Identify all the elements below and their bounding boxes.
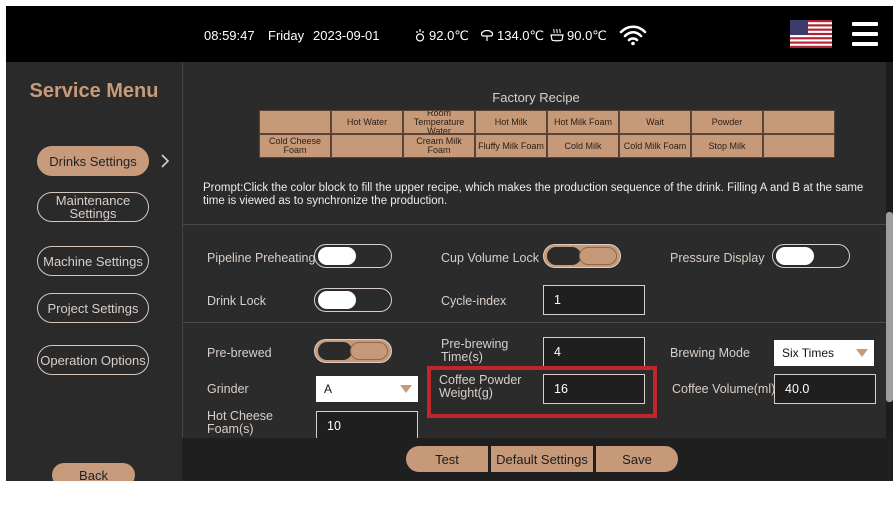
recipe-cell-stop-milk[interactable]: Stop Milk [691, 134, 763, 158]
chevron-right-icon [161, 154, 170, 168]
recipe-cell-cold-cheese-foam[interactable]: Cold Cheese Foam [259, 134, 331, 158]
drinks-settings-panel: Factory Recipe Hot Water Room Temperatur… [182, 62, 889, 441]
dropdown-arrow-icon [400, 385, 412, 393]
pre-brewed-label: Pre-brewed [207, 346, 272, 360]
steam-icon [480, 30, 494, 41]
default-settings-button[interactable]: Default Settings [491, 446, 593, 472]
recipe-cell-cold-milk[interactable]: Cold Milk [547, 134, 619, 158]
grinder-select[interactable]: A [316, 376, 418, 402]
cup-temp-value: 90.0℃ [567, 28, 607, 43]
bottom-bar: Test Default Settings Save [182, 438, 893, 481]
day-of-week: Friday [268, 28, 305, 43]
status-bar: 08:59:47 Friday 2023-09-01 92.0℃ 134.0℃ … [6, 6, 893, 62]
recipe-cell-wait[interactable]: Wait [619, 110, 691, 134]
date: 2023-09-01 [313, 28, 380, 43]
brewing-mode-label: Brewing Mode [670, 346, 750, 360]
coffee-volume-input[interactable]: 40.0 [774, 374, 876, 404]
boiler-temp: 92.0℃ [414, 28, 469, 44]
recipe-slot[interactable] [331, 134, 403, 158]
test-button[interactable]: Test [406, 446, 488, 472]
boiler-temp-value: 92.0℃ [429, 28, 469, 43]
recipe-slot[interactable] [763, 134, 835, 158]
highlight-box [427, 366, 657, 418]
coffee-volume-label: Coffee Volume(ml) [672, 382, 776, 396]
sidebar-item-drinks-settings[interactable]: Drinks Settings [37, 146, 149, 176]
pressure-display-toggle[interactable] [772, 244, 850, 268]
menu-icon[interactable] [852, 22, 878, 46]
recipe-cell-hot-milk-foam[interactable]: Hot Milk Foam [547, 110, 619, 134]
cycle-index-label: Cycle-index [441, 294, 507, 308]
sidebar: Service Menu Drinks Settings Maintenance… [6, 62, 182, 481]
sidebar-item-machine-settings[interactable]: Machine Settings [37, 246, 149, 276]
recipe-slot[interactable] [259, 110, 331, 134]
pre-brewing-time-input[interactable]: 4 [543, 337, 645, 367]
recipe-cell-powder[interactable]: Powder [691, 110, 763, 134]
recipe-cell-fluffy-milk-foam[interactable]: Fluffy Milk Foam [475, 134, 547, 158]
app-window: 08:59:47 Friday 2023-09-01 92.0℃ 134.0℃ … [6, 6, 893, 481]
cycle-index-input[interactable]: 1 [543, 285, 645, 315]
boiler-icon [415, 29, 425, 42]
back-button[interactable]: Back [52, 463, 135, 481]
divider [183, 322, 889, 323]
save-button[interactable]: Save [596, 446, 678, 472]
scrollbar-thumb[interactable] [886, 212, 893, 402]
recipe-cell-cream-milk-foam[interactable]: Cream Milk Foam [403, 134, 475, 158]
grinder-value: A [324, 382, 333, 396]
recipe-title: Factory Recipe [492, 90, 580, 105]
pipeline-preheating-label: Pipeline Preheating [207, 251, 316, 265]
dropdown-arrow-icon [856, 349, 868, 357]
divider [183, 224, 889, 225]
sidebar-item-project-settings[interactable]: Project Settings [37, 293, 149, 323]
recipe-cell-cold-milk-foam[interactable]: Cold Milk Foam [619, 134, 691, 158]
prompt-text: Prompt:Click the color block to fill the… [203, 182, 864, 207]
recipe-cell-hot-water[interactable]: Hot Water [331, 110, 403, 134]
pre-brewing-time-label: Pre-brewing Time(s) [441, 337, 509, 364]
pipeline-preheating-toggle[interactable] [314, 244, 392, 268]
sidebar-item-maintenance-settings[interactable]: Maintenance Settings [37, 192, 149, 222]
drink-lock-toggle[interactable] [314, 288, 392, 312]
cup-volume-lock-toggle[interactable] [543, 244, 621, 268]
clock-time: 08:59:47 [204, 28, 255, 43]
cup-temp: 90.0℃ [550, 28, 607, 44]
brewing-mode-select[interactable]: Six Times [774, 340, 874, 366]
wifi-icon[interactable] [619, 24, 647, 46]
brewing-mode-value: Six Times [782, 346, 835, 360]
sidebar-item-operation-options[interactable]: Operation Options [37, 345, 149, 375]
pre-brewed-toggle[interactable] [314, 339, 392, 363]
hot-cheese-foam-label: Hot Cheese Foam(s) [207, 409, 274, 436]
steam-temp-value: 134.0℃ [497, 28, 545, 43]
recipe-slot[interactable] [763, 110, 835, 134]
grinder-label: Grinder [207, 382, 249, 396]
us-flag-icon[interactable] [790, 20, 832, 48]
steam-temp: 134.0℃ [480, 28, 544, 44]
pressure-display-label: Pressure Display [670, 251, 765, 265]
recipe-cell-hot-milk[interactable]: Hot Milk [475, 110, 547, 134]
cup-volume-lock-label: Cup Volume Lock [441, 251, 539, 265]
hot-cheese-foam-input[interactable]: 10 [316, 411, 418, 441]
drink-lock-label: Drink Lock [207, 294, 267, 308]
sidebar-title: Service Menu [29, 80, 159, 102]
recipe-cell-room-temp-water[interactable]: Room Temperature Water [403, 110, 475, 134]
cup-heat-icon [550, 28, 564, 42]
